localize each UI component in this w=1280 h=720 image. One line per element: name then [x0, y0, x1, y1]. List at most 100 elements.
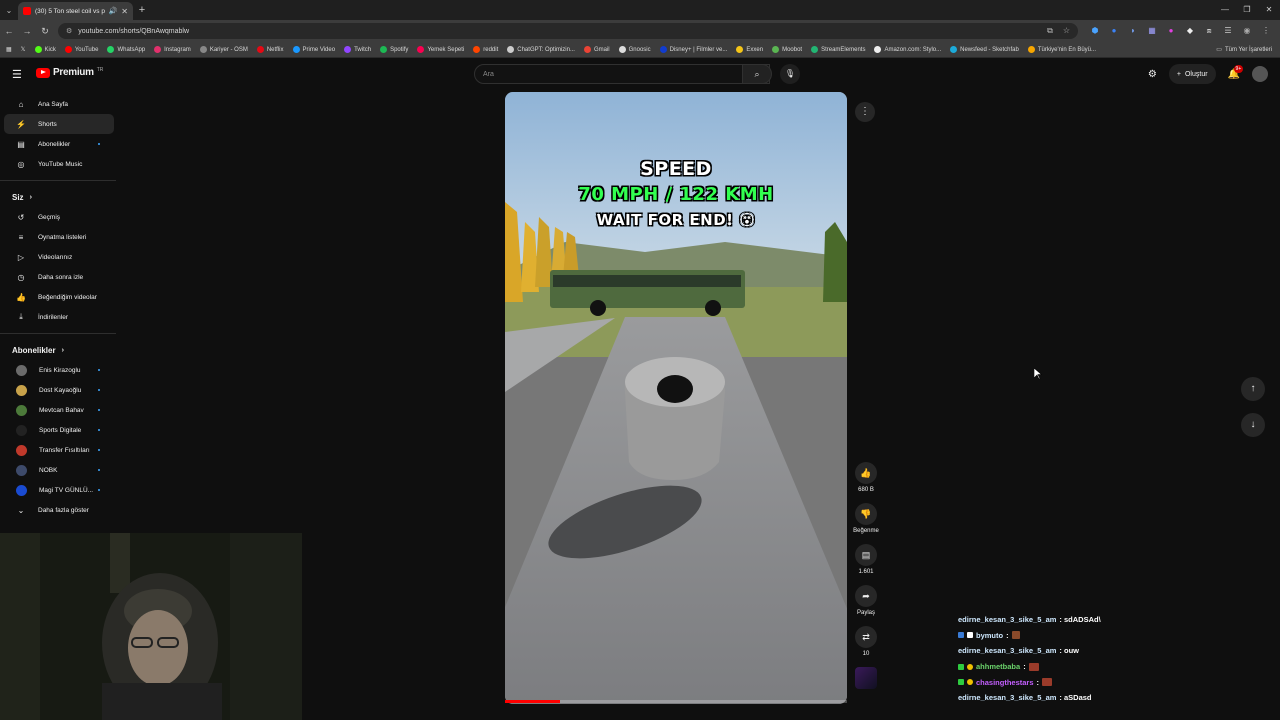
minimize-icon[interactable]: — [1214, 0, 1236, 20]
search-input[interactable]: Ara [474, 64, 770, 84]
chat-username: edirne_kesan_3_sike_5_am [958, 615, 1057, 625]
bookmark-item[interactable]: Gnoosic [618, 46, 651, 53]
bookmark-item[interactable]: Spotify [380, 46, 408, 53]
previous-short-button[interactable]: ↑ [1241, 377, 1265, 401]
youtube-logo[interactable]: Premium TR [36, 67, 103, 78]
menu-icon[interactable]: ☰ [12, 68, 22, 81]
next-short-button[interactable]: ↓ [1241, 413, 1265, 437]
sidebar-item-history[interactable]: ↺ Geçmiş [4, 207, 114, 227]
bookmark-item[interactable]: Gmail [583, 46, 610, 53]
sidebar-item-playlists[interactable]: ≡ Oynatma listeleri [4, 227, 114, 247]
sidebar-item-youtube-music[interactable]: ◎ YouTube Music [4, 154, 114, 174]
bookmark-item[interactable]: Prime Video [292, 46, 335, 53]
bookmark-item[interactable]: StreamElements [811, 46, 865, 53]
youtube-favicon-icon [23, 7, 31, 15]
extension-2-icon[interactable]: ● [1109, 26, 1119, 36]
bookmark-item[interactable]: Newsfeed - Sketchfab [950, 46, 1019, 53]
shorts-video-player[interactable]: SPEED 70 MPH / 122 KMH WAIT FOR END! 😵 [505, 92, 847, 704]
profile-icon[interactable]: ◉ [1242, 26, 1252, 36]
chat-text: : [1006, 630, 1009, 640]
sidebar-item-home[interactable]: ⌂ Ana Sayfa [4, 94, 114, 114]
folder-icon: ▭ [1216, 47, 1222, 53]
close-window-icon[interactable]: ✕ [1258, 0, 1280, 20]
speaker-icon[interactable]: 🔊 [109, 7, 118, 15]
bookmark-item[interactable]: Türkiye'nin En Büyü... [1027, 46, 1096, 53]
account-avatar[interactable] [1252, 66, 1268, 82]
reading-list-icon[interactable]: ☰ [1223, 26, 1233, 36]
bookmark-item[interactable]: Exxen [736, 46, 763, 53]
bookmark-item[interactable]: Amazon.com: Stylo... [874, 46, 941, 53]
bookmark-item[interactable]: Twitch [344, 46, 371, 53]
share-button[interactable]: ➦ [855, 585, 877, 607]
remix-button[interactable]: ⇄ [855, 626, 877, 648]
bookmark-item[interactable]: Netflix [256, 46, 284, 53]
comment-icon: ▤ [861, 550, 871, 560]
close-tab-icon[interactable]: ✕ [121, 7, 128, 16]
browser-tab[interactable]: (30) 5 Ton steel coil vs puli 🔊 ✕ [18, 2, 133, 20]
sidebar-item-downloads[interactable]: ⤓ İndirilenler [4, 307, 114, 327]
site-info-icon[interactable]: ⚙ [66, 27, 72, 35]
all-bookmarks[interactable]: ▭ Tüm Yer İşaretleri [1216, 46, 1272, 54]
new-tab-button[interactable]: + [133, 4, 151, 16]
extension-5-icon[interactable]: ● [1166, 26, 1176, 36]
extension-4-icon[interactable]: ▦ [1147, 26, 1157, 36]
extension-6-icon[interactable]: ◆ [1185, 26, 1195, 36]
bookmark-x-icon[interactable]: 𝕏 [21, 46, 26, 53]
bookmark-star-icon[interactable]: ☆ [1063, 26, 1070, 36]
bookmark-item[interactable]: Kariyer - OSM [199, 46, 248, 53]
comments-button[interactable]: ▤ [855, 544, 877, 566]
bookmark-item[interactable]: Kick [34, 46, 56, 53]
tab-search-icon[interactable]: ⌄ [0, 0, 18, 20]
sidebar-section-subscriptions[interactable]: Abonelikler › [0, 340, 118, 360]
sidebar-section-you[interactable]: Siz › [0, 187, 118, 207]
search-button[interactable]: ⌕ [742, 64, 772, 84]
bookmark-item[interactable]: reddit [473, 46, 498, 53]
stream-chat-overlay: edirne_kesan_3_sike_5_am: sdADSAd\ bymut… [958, 612, 1276, 706]
bookmark-item[interactable]: ChatGPT: Optimizin... [507, 46, 575, 53]
url-input[interactable]: ⚙ youtube.com/shorts/QBnAwqmablw ⧉ ☆ [58, 23, 1078, 39]
sidebar-item-shorts[interactable]: ⚡ Shorts [4, 114, 114, 134]
install-icon[interactable]: ⧉ [1047, 26, 1053, 36]
like-button[interactable]: 👍 [855, 462, 877, 484]
sidebar-sub-item[interactable]: Magi TV GÜNLÜ... [4, 480, 114, 500]
chat-message: edirne_kesan_3_sike_5_am: aSDasd [958, 690, 1276, 706]
sidebar-sub-item[interactable]: Transfer Fısıltıları [4, 440, 114, 460]
bookmark-item[interactable]: Moobot [772, 46, 802, 53]
create-button[interactable]: + Oluştur [1168, 64, 1216, 84]
video-overlay-mph: 70 MPH / 122 KMH [578, 184, 774, 205]
sidebar-sub-item[interactable]: Mevtcan Bahav [4, 400, 114, 420]
sidebar-show-more[interactable]: ⌄ Daha fazla göster [4, 500, 114, 520]
more-options-button[interactable]: ⋮ [855, 102, 875, 122]
sound-thumbnail[interactable] [855, 667, 877, 689]
extension-1-icon[interactable]: ⬢ [1090, 26, 1100, 36]
sidebar-sub-item[interactable]: Sports Digitale [4, 420, 114, 440]
back-icon[interactable]: ← [0, 26, 18, 36]
sidebar-item-your-videos[interactable]: ▷ Videolarınız [4, 247, 114, 267]
chat-username: edirne_kesan_3_sike_5_am [958, 693, 1057, 703]
extensions-puzzle-icon[interactable]: ⧈ [1204, 26, 1214, 36]
forward-icon[interactable]: → [18, 26, 36, 36]
chat-emote-icon [1011, 631, 1020, 640]
bookmark-item[interactable]: Instagram [154, 46, 191, 53]
extension-3-icon[interactable]: ◗ [1128, 26, 1138, 36]
notifications-button[interactable]: 🔔 9+ [1228, 64, 1244, 80]
cast-icon[interactable]: ⚙ [1148, 69, 1157, 80]
maximize-icon[interactable]: ❐ [1236, 0, 1258, 20]
video-progress-bar[interactable] [505, 700, 847, 703]
voice-search-button[interactable]: 🎙 [780, 64, 800, 84]
sidebar-item-subscriptions[interactable]: ▤ Abonelikler [4, 134, 114, 154]
browser-menu-icon[interactable]: ⋮ [1261, 26, 1271, 36]
shorts-navigation: ↑ ↓ [1241, 377, 1265, 449]
sidebar-item-liked[interactable]: 👍 Beğendiğim videolar [4, 287, 114, 307]
sidebar-sub-item[interactable]: Enis Kirazoglu [4, 360, 114, 380]
sidebar-sub-item[interactable]: NOBK [4, 460, 114, 480]
sidebar-item-watch-later[interactable]: ◷ Daha sonra izle [4, 267, 114, 287]
reload-icon[interactable]: ↻ [36, 26, 54, 37]
dislike-button[interactable]: 👎 [855, 503, 877, 525]
bookmark-item[interactable]: Yemek Sepeti [417, 46, 464, 53]
bookmark-item[interactable]: WhatsApp [107, 46, 145, 53]
apps-icon[interactable]: ▦ [6, 46, 12, 53]
sidebar-sub-item[interactable]: Dost Kayaoğlu [4, 380, 114, 400]
bookmark-item[interactable]: YouTube [64, 46, 98, 53]
bookmark-item[interactable]: Disney+ | Filmler ve... [659, 46, 727, 53]
